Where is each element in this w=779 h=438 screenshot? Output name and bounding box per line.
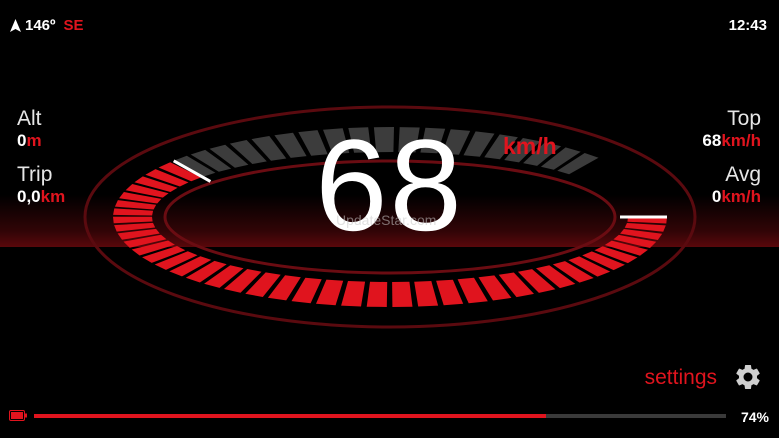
settings-button[interactable]: settings	[645, 366, 717, 390]
battery-percent: 74%	[740, 409, 769, 425]
clock: 12:43	[728, 17, 767, 34]
heading-indicator: 146º SE	[10, 17, 84, 34]
battery-progress-fill	[34, 414, 547, 418]
gauge-tick	[316, 279, 344, 306]
navigation-arrow-icon	[10, 19, 21, 32]
gauge-tick	[341, 281, 366, 307]
heading-direction: SE	[63, 17, 84, 34]
gauge-tick	[436, 279, 464, 306]
gauge-tick	[366, 281, 388, 307]
speed-unit: km/h	[503, 133, 557, 159]
gauge-tick	[414, 281, 439, 307]
battery-icon	[9, 410, 27, 421]
heading-degrees: 146º	[25, 17, 56, 34]
current-speed: 68	[315, 112, 464, 258]
battery-progress-track	[34, 414, 726, 418]
gear-icon[interactable]	[733, 362, 763, 392]
watermark: UpdateStar.com	[336, 212, 437, 228]
gauge-tick	[392, 281, 413, 307]
